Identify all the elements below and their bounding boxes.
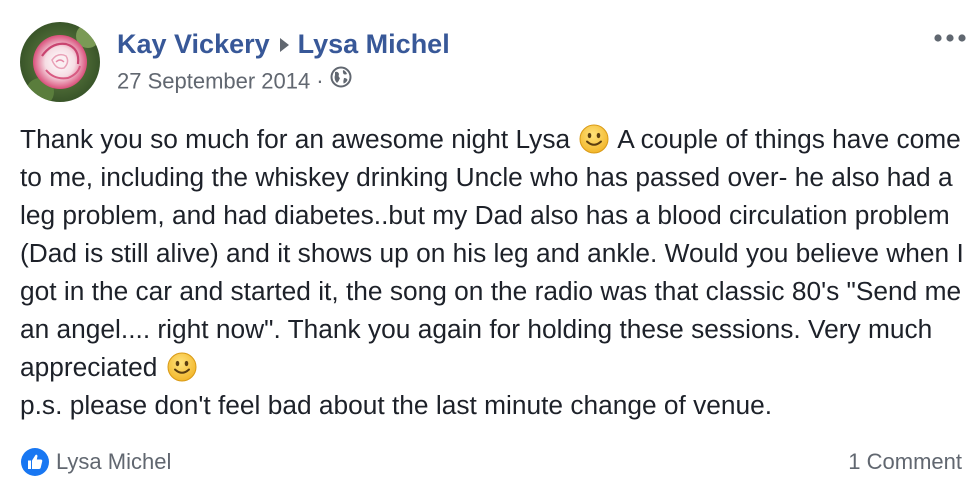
post-timestamp[interactable]: 27 September 2014 xyxy=(117,68,310,93)
meta-separator: · xyxy=(316,68,324,94)
caret-right-icon xyxy=(278,27,290,61)
author-name-link[interactable]: Kay Vickery xyxy=(117,29,270,59)
more-options-icon[interactable] xyxy=(932,28,968,48)
avatar[interactable] xyxy=(20,22,100,102)
reactions-summary[interactable]: Lysa Michel xyxy=(20,446,171,478)
post-text-segment-2: A couple of things have come to me, incl… xyxy=(20,124,964,382)
post-meta: 27 September 2014 · xyxy=(117,66,352,99)
smiley-emoji-icon xyxy=(167,352,197,382)
facebook-post: Kay Vickery Lysa Michel 27 September 2014… xyxy=(0,0,980,498)
post-header: Kay Vickery Lysa Michel xyxy=(117,27,450,65)
like-icon xyxy=(20,447,50,477)
target-name-link[interactable]: Lysa Michel xyxy=(298,29,450,59)
post-body-text: Thank you so much for an awesome night L… xyxy=(20,120,965,424)
post-text-segment-3: p.s. please don't feel bad about the las… xyxy=(20,390,773,420)
post-text-segment-1: Thank you so much for an awesome night L… xyxy=(20,124,571,154)
comments-count-link[interactable]: 1 Comment xyxy=(848,446,962,478)
reactions-names: Lysa Michel xyxy=(56,449,172,474)
rose-avatar-image xyxy=(20,22,100,102)
smiley-emoji-icon xyxy=(579,124,609,154)
globe-icon[interactable] xyxy=(330,66,352,96)
